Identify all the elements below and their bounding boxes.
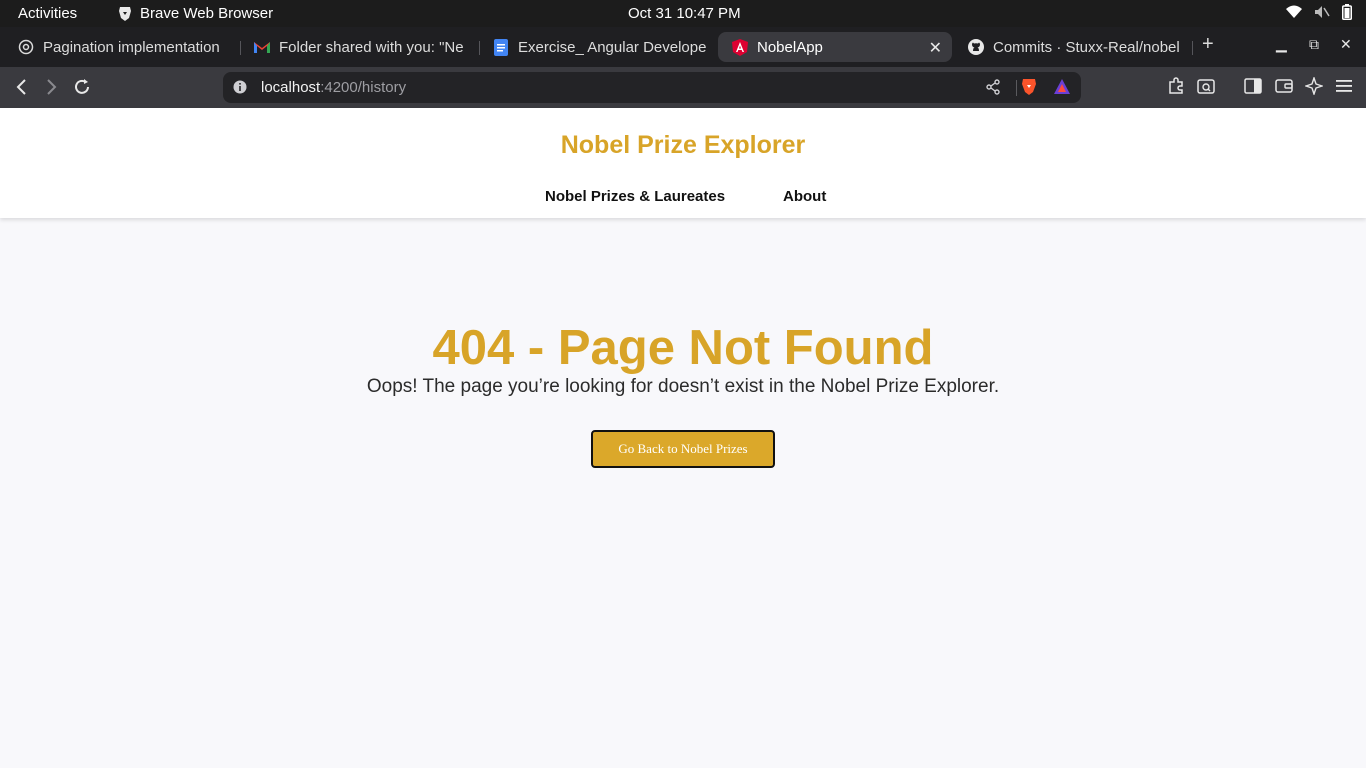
- app-title: Nobel Prize Explorer: [560, 131, 806, 159]
- wifi-icon: [1286, 5, 1302, 18]
- nav-link-prizes[interactable]: Nobel Prizes & Laureates: [545, 188, 725, 205]
- openai-icon: [18, 39, 34, 55]
- tab-title: NobelApp: [757, 38, 823, 56]
- leo-ai-icon[interactable]: [1303, 75, 1325, 100]
- menu-icon[interactable]: [1335, 77, 1353, 100]
- wallet-icon[interactable]: [1275, 77, 1293, 100]
- error-message: Oops! The page you’re looking for doesn’…: [366, 376, 1000, 397]
- tab-docs[interactable]: Exercise_ Angular Develope: [479, 32, 715, 62]
- google-docs-icon: [493, 38, 509, 56]
- angular-icon: [732, 38, 748, 56]
- chevron-left-icon: [16, 79, 26, 95]
- activities-button[interactable]: Activities: [18, 5, 77, 22]
- go-back-button[interactable]: Go Back to Nobel Prizes: [591, 430, 775, 468]
- battery-icon: [1342, 4, 1352, 20]
- clock[interactable]: Oct 31 10:47 PM: [628, 5, 741, 22]
- tab-strip: Pagination implementation Folder shared …: [0, 27, 1366, 67]
- brave-shields-icon[interactable]: [1021, 78, 1037, 101]
- tab-gmail[interactable]: Folder shared with you: "Ne: [240, 32, 478, 62]
- app-header: Nobel Prize Explorer Nobel Prizes & Laur…: [0, 108, 1366, 218]
- address-bar-divider: [1016, 80, 1017, 96]
- tab-divider: [1192, 41, 1193, 55]
- volume-muted-icon: [1315, 6, 1330, 18]
- tab-title: Folder shared with you: "Ne: [279, 38, 464, 56]
- url-path: :4200/history: [320, 79, 407, 96]
- tab-title: Commits · Stuxx-Real/nobel: [993, 38, 1180, 56]
- app-name: Brave Web Browser: [140, 5, 274, 22]
- address-bar[interactable]: localhost:4200/history: [223, 72, 1081, 103]
- brave-rewards-icon[interactable]: [1053, 78, 1071, 101]
- reload-icon: [75, 79, 89, 94]
- tab-nobelapp[interactable]: NobelApp ✕: [718, 32, 952, 62]
- tab-github[interactable]: Commits · Stuxx-Real/nobel: [954, 32, 1190, 62]
- new-tab-button[interactable]: +: [1202, 33, 1214, 56]
- tab-search-icon[interactable]: [1197, 77, 1215, 100]
- gmail-icon: [254, 39, 270, 55]
- tab-title: Exercise_ Angular Develope: [518, 38, 707, 56]
- tab-title: Pagination implementation: [43, 38, 220, 56]
- forward-button[interactable]: [40, 76, 62, 98]
- brave-lion-icon: [119, 6, 131, 21]
- app-menu[interactable]: Brave Web Browser: [118, 5, 273, 22]
- browser-toolbar: localhost:4200/history: [0, 67, 1366, 108]
- close-tab-icon[interactable]: ✕: [929, 38, 942, 58]
- maximize-window-icon[interactable]: ⧉: [1309, 36, 1319, 53]
- system-status-area[interactable]: [1286, 4, 1352, 20]
- github-icon: [968, 39, 984, 55]
- url-host: localhost: [261, 79, 321, 96]
- share-icon[interactable]: [985, 79, 1001, 100]
- url-text[interactable]: localhost:4200/history: [261, 79, 406, 96]
- chevron-right-icon: [47, 79, 57, 95]
- close-window-icon[interactable]: ✕: [1340, 36, 1352, 53]
- system-top-bar: Activities Brave Web Browser Oct 31 10:4…: [0, 0, 1366, 27]
- sidebar-toggle-icon[interactable]: [1244, 77, 1262, 100]
- minimize-window-icon[interactable]: ▁: [1276, 36, 1287, 53]
- error-title: 404 - Page Not Found: [432, 321, 934, 375]
- extensions-icon[interactable]: [1167, 77, 1185, 100]
- reload-button[interactable]: [71, 76, 93, 98]
- site-info-icon[interactable]: [233, 80, 247, 99]
- back-button[interactable]: [11, 76, 33, 98]
- tab-pagination[interactable]: Pagination implementation: [4, 32, 236, 62]
- nav-link-about[interactable]: About: [783, 188, 826, 205]
